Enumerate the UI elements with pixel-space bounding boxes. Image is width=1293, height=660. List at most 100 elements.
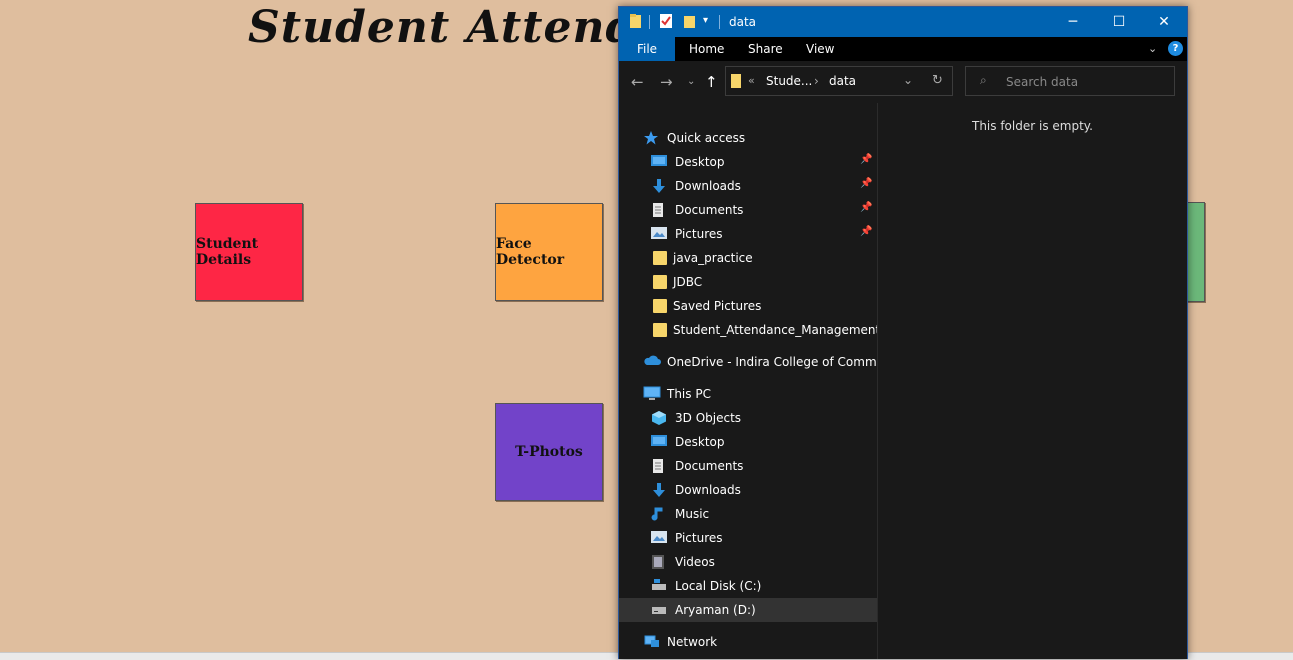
- empty-folder-message: This folder is empty.: [972, 119, 1093, 133]
- download-icon: [651, 178, 669, 194]
- nav-this-pc[interactable]: This PC: [619, 382, 877, 406]
- folder-icon: [653, 299, 667, 313]
- nav-network[interactable]: Network: [619, 630, 877, 654]
- file-explorer-window: ▾ data ─ ☐ ✕ File Home Share View ⌄ ? ← …: [618, 6, 1188, 659]
- nav-label: Network: [667, 635, 718, 649]
- star-icon: [643, 130, 661, 146]
- nav-item-java-practice[interactable]: java_practice: [619, 246, 877, 270]
- nav-label: Desktop: [675, 435, 725, 449]
- desktop-icon: [651, 434, 669, 450]
- nav-label: 3D Objects: [675, 411, 742, 425]
- nav-item-pc-desktop[interactable]: Desktop: [619, 430, 877, 454]
- new-folder-icon[interactable]: [683, 13, 699, 29]
- nav-label: Pictures: [675, 227, 723, 241]
- nav-item-pc-downloads[interactable]: Downloads: [619, 478, 877, 502]
- student-details-button[interactable]: Student Details: [195, 203, 303, 301]
- nav-label: Quick access: [667, 131, 746, 145]
- nav-label: Documents: [675, 203, 744, 217]
- pin-icon[interactable]: 📌: [860, 178, 872, 189]
- pin-icon[interactable]: 📌: [860, 226, 872, 237]
- folder-icon: [653, 275, 667, 289]
- breadcrumb-separator: ›: [814, 74, 819, 88]
- tab-file[interactable]: File: [619, 37, 675, 61]
- folder-icon: [653, 323, 667, 337]
- nav-label: Aryaman (D:): [675, 603, 756, 617]
- network-icon: [643, 634, 661, 650]
- breadcrumb-current[interactable]: data: [829, 74, 856, 88]
- breadcrumb-parent[interactable]: Stude...: [766, 74, 812, 88]
- properties-icon[interactable]: [659, 13, 675, 29]
- search-box[interactable]: ⌕ Search data: [965, 66, 1175, 96]
- nav-label: java_practice: [673, 251, 753, 265]
- nav-item-pc-pictures[interactable]: Pictures: [619, 526, 877, 550]
- navigation-pane: Quick access Desktop 📌 Downloads 📌 Docum…: [619, 103, 877, 659]
- nav-label: OneDrive - Indira College of Commerce: [667, 355, 877, 369]
- video-icon: [651, 554, 669, 570]
- tab-share[interactable]: Share: [748, 37, 783, 61]
- file-list-pane[interactable]: This folder is empty.: [878, 103, 1187, 659]
- nav-label: Student_Attendance_Management_Sys: [673, 323, 877, 337]
- tab-view[interactable]: View: [806, 37, 834, 61]
- nav-label: Downloads: [675, 483, 741, 497]
- nav-label: Saved Pictures: [673, 299, 762, 313]
- download-icon: [651, 482, 669, 498]
- expand-ribbon-icon[interactable]: ⌄: [1148, 37, 1157, 61]
- nav-item-student-attendance[interactable]: Student_Attendance_Management_Sys: [619, 318, 877, 342]
- nav-label: Local Disk (C:): [675, 579, 762, 593]
- pin-icon[interactable]: 📌: [860, 154, 872, 165]
- nav-quick-access[interactable]: Quick access: [619, 126, 877, 150]
- nav-item-desktop[interactable]: Desktop 📌: [619, 150, 877, 174]
- separator: [649, 15, 650, 29]
- forward-icon[interactable]: →: [660, 73, 673, 91]
- help-icon[interactable]: ?: [1168, 41, 1183, 56]
- up-icon[interactable]: ↑: [705, 73, 718, 91]
- folder-icon: [653, 251, 667, 265]
- nav-item-videos[interactable]: Videos: [619, 550, 877, 574]
- drive-icon: [651, 578, 669, 594]
- pictures-icon: [651, 530, 669, 546]
- separator: [719, 15, 720, 29]
- nav-item-local-disk-c[interactable]: Local Disk (C:): [619, 574, 877, 598]
- nav-item-saved-pictures[interactable]: Saved Pictures: [619, 294, 877, 318]
- explorer-titlebar[interactable]: ▾ data ─ ☐ ✕: [619, 7, 1187, 37]
- drive-icon: [651, 602, 669, 618]
- nav-item-pc-documents[interactable]: Documents: [619, 454, 877, 478]
- nav-label: Desktop: [675, 155, 725, 169]
- pin-icon[interactable]: 📌: [860, 202, 872, 213]
- nav-onedrive[interactable]: OneDrive - Indira College of Commerce: [619, 350, 877, 374]
- nav-label: Documents: [675, 459, 744, 473]
- face-detector-button[interactable]: Face Detector: [495, 203, 603, 301]
- nav-item-documents[interactable]: Documents 📌: [619, 198, 877, 222]
- folder-icon: [730, 73, 742, 93]
- cloud-icon: [643, 354, 661, 370]
- recent-locations-icon[interactable]: ⌄: [687, 76, 695, 87]
- music-icon: [651, 506, 669, 522]
- nav-item-downloads[interactable]: Downloads 📌: [619, 174, 877, 198]
- nav-label: Downloads: [675, 179, 741, 193]
- back-icon[interactable]: ←: [631, 73, 644, 91]
- nav-item-3d-objects[interactable]: 3D Objects: [619, 406, 877, 430]
- customize-toolbar-icon[interactable]: ▾: [703, 15, 719, 31]
- search-icon: ⌕: [980, 73, 987, 87]
- address-bar[interactable]: « Stude... › data ⌄ ↻: [725, 66, 953, 96]
- address-overflow[interactable]: «: [748, 74, 755, 87]
- nav-item-jdbc[interactable]: JDBC: [619, 270, 877, 294]
- nav-item-aryaman-d[interactable]: Aryaman (D:): [619, 598, 877, 622]
- address-dropdown-icon[interactable]: ⌄: [903, 73, 913, 87]
- minimize-button[interactable]: ─: [1050, 7, 1096, 37]
- window-title: data: [729, 15, 757, 29]
- nav-label: Pictures: [675, 531, 723, 545]
- close-button[interactable]: ✕: [1141, 7, 1187, 37]
- maximize-button[interactable]: ☐: [1096, 7, 1142, 37]
- nav-item-pictures[interactable]: Pictures 📌: [619, 222, 877, 246]
- nav-label: JDBC: [673, 275, 703, 289]
- desktop-icon: [651, 154, 669, 170]
- tab-home[interactable]: Home: [689, 37, 724, 61]
- search-input[interactable]: Search data: [1006, 75, 1078, 89]
- refresh-icon[interactable]: ↻: [932, 73, 943, 88]
- nav-label: Music: [675, 507, 710, 521]
- cube-icon: [651, 410, 669, 426]
- t-photos-button[interactable]: T-Photos: [495, 403, 603, 501]
- ribbon: File Home Share View ⌄ ?: [619, 37, 1187, 61]
- nav-item-music[interactable]: Music: [619, 502, 877, 526]
